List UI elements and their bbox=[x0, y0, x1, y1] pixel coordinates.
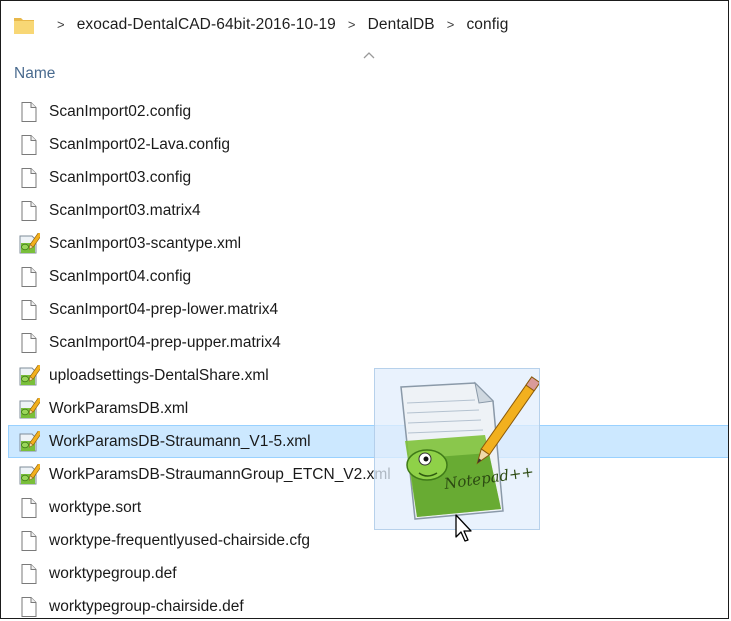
explorer-window: > exocad-DentalCAD-64bit-2016-10-19 > De… bbox=[0, 0, 729, 619]
file-name: WorkParamsDB-StraumannGroup_ETCN_V2.xml bbox=[49, 466, 391, 483]
breadcrumb-separator-icon[interactable]: > bbox=[348, 17, 356, 32]
file-name: ScanImport04-prep-lower.matrix4 bbox=[49, 301, 279, 318]
file-name: ScanImport03.matrix4 bbox=[49, 202, 201, 219]
file-name: worktypegroup-chairside.def bbox=[49, 598, 244, 615]
file-name: WorkParamsDB-Straumann_V1-5.xml bbox=[49, 433, 311, 450]
file-row[interactable]: ScanImport03-scantype.xml bbox=[9, 227, 728, 260]
file-row[interactable]: ScanImport02-Lava.config bbox=[9, 128, 728, 161]
file-name: ScanImport03.config bbox=[49, 169, 192, 186]
notepadpp-file-icon bbox=[19, 463, 40, 484]
column-header-name[interactable]: Name bbox=[14, 65, 55, 83]
document-icon bbox=[21, 200, 37, 221]
file-row[interactable]: worktypegroup-chairside.def bbox=[9, 590, 728, 618]
file-name: uploadsettings-DentalShare.xml bbox=[49, 367, 269, 384]
document-icon bbox=[21, 167, 37, 188]
document-icon bbox=[21, 134, 37, 155]
breadcrumb-separator-icon[interactable]: > bbox=[447, 17, 455, 32]
document-icon bbox=[21, 596, 37, 617]
file-row[interactable]: ScanImport04-prep-lower.matrix4 bbox=[9, 293, 728, 326]
notepadpp-file-icon bbox=[19, 397, 40, 418]
file-name: ScanImport03-scantype.xml bbox=[49, 235, 242, 252]
sort-ascending-icon bbox=[363, 52, 375, 59]
file-row[interactable]: worktype-frequentlyused-chairside.cfg bbox=[9, 524, 728, 557]
address-bar[interactable]: > exocad-DentalCAD-64bit-2016-10-19 > De… bbox=[1, 1, 728, 48]
folder-icon bbox=[14, 17, 34, 34]
mouse-pointer-icon bbox=[455, 514, 472, 542]
notepadpp-file-icon bbox=[19, 232, 40, 253]
file-row[interactable]: ScanImport04.config bbox=[9, 260, 728, 293]
drag-preview: Notepad++ bbox=[374, 368, 541, 530]
breadcrumb-item-exocad[interactable]: exocad-DentalCAD-64bit-2016-10-19 bbox=[77, 16, 336, 34]
breadcrumb-separator-icon[interactable]: > bbox=[57, 17, 65, 32]
notepadpp-file-icon bbox=[19, 364, 40, 385]
file-list: ScanImport02.config ScanImport02-Lava.con… bbox=[8, 95, 728, 618]
file-row[interactable]: WorkParamsDB-Straumann_V1-5.xml bbox=[8, 425, 728, 458]
file-name: ScanImport02.config bbox=[49, 103, 192, 120]
document-icon bbox=[21, 530, 37, 551]
breadcrumb-item-dentaldb[interactable]: DentalDB bbox=[368, 16, 435, 34]
document-icon bbox=[21, 101, 37, 122]
file-name: ScanImport04-prep-upper.matrix4 bbox=[49, 334, 281, 351]
file-name: ScanImport04.config bbox=[49, 268, 192, 285]
document-icon bbox=[21, 299, 37, 320]
document-icon bbox=[21, 266, 37, 287]
file-row[interactable]: ScanImport03.matrix4 bbox=[9, 194, 728, 227]
file-row[interactable]: ScanImport04-prep-upper.matrix4 bbox=[9, 326, 728, 359]
document-icon bbox=[21, 332, 37, 353]
file-row[interactable]: WorkParamsDB.xml bbox=[9, 392, 728, 425]
file-name: WorkParamsDB.xml bbox=[49, 400, 189, 417]
file-row[interactable]: ScanImport03.config bbox=[9, 161, 728, 194]
file-name: ScanImport02-Lava.config bbox=[49, 136, 230, 153]
file-name: worktype.sort bbox=[49, 499, 142, 516]
breadcrumb-item-config[interactable]: config bbox=[466, 16, 508, 34]
file-row[interactable]: worktypegroup.def bbox=[9, 557, 728, 590]
file-row[interactable]: uploadsettings-DentalShare.xml bbox=[9, 359, 728, 392]
notepadpp-app-icon: Notepad++ bbox=[400, 376, 541, 520]
file-row[interactable]: WorkParamsDB-StraumannGroup_ETCN_V2.xml bbox=[9, 458, 728, 491]
notepadpp-file-icon bbox=[19, 430, 40, 451]
file-name: worktypegroup.def bbox=[49, 565, 177, 582]
file-name: worktype-frequentlyused-chairside.cfg bbox=[49, 532, 311, 549]
document-icon bbox=[21, 497, 37, 518]
file-row[interactable]: ScanImport02.config bbox=[9, 95, 728, 128]
file-row[interactable]: worktype.sort bbox=[9, 491, 728, 524]
document-icon bbox=[21, 563, 37, 584]
